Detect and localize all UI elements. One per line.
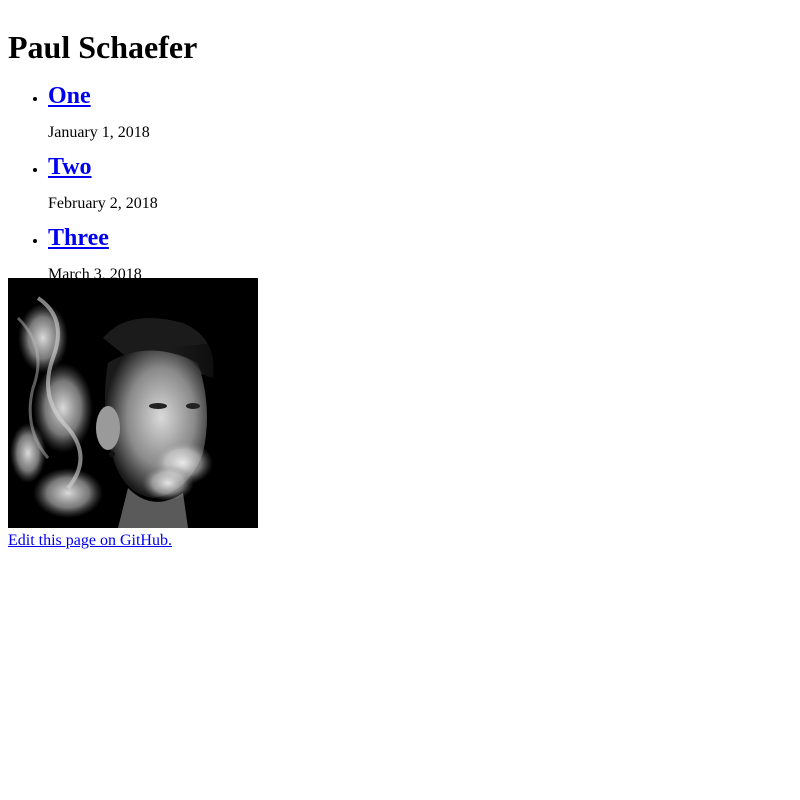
post-title-heading: Two [48,153,792,181]
post-date: February 2, 2018 [48,195,158,212]
post-item-one: One January 1, 2018 [48,82,792,153]
post-item-three: Three March 3, 2018 [48,224,792,283]
post-date: January 1, 2018 [48,124,150,141]
portrait-photo [8,278,258,528]
post-link-three[interactable]: Three [48,225,109,251]
post-title-heading: One [48,82,792,110]
post-date: March 3, 2018 [48,266,142,283]
post-link-one[interactable]: One [48,83,91,109]
post-link-two[interactable]: Two [48,154,92,180]
post-title-heading: Three [48,224,792,252]
post-list: One January 1, 2018 Two February 2, 2018… [8,82,792,283]
site-title: Paul Schaefer [8,29,198,65]
portrait-image [8,278,258,528]
edit-on-github-link[interactable]: Edit this page on GitHub. [8,532,792,550]
post-item-two: Two February 2, 2018 [48,153,792,224]
